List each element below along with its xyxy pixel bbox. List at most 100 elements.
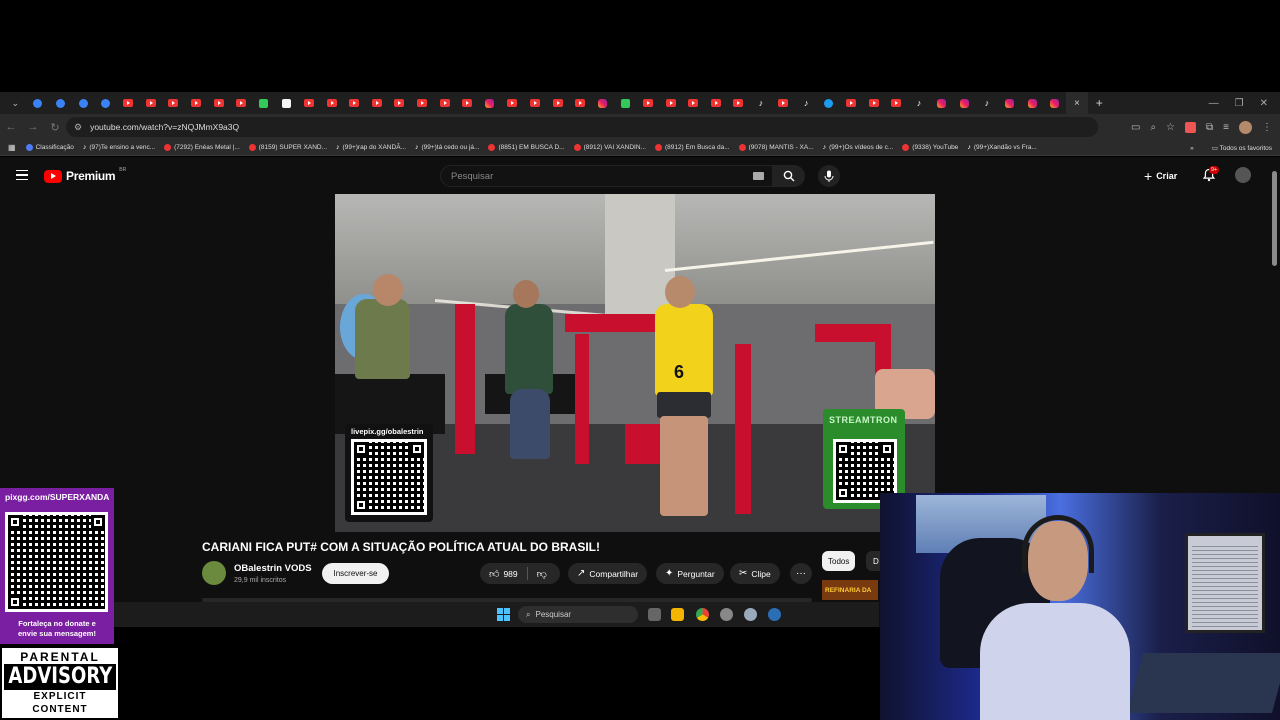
bookmark-item[interactable]: ♪ (97)Te ensino a venc... <box>83 144 155 151</box>
cast-icon[interactable]: ▭ <box>1131 122 1140 133</box>
bookmark-item[interactable]: (7292) Enéas Metal |... <box>164 144 240 151</box>
browser-tab[interactable] <box>388 92 411 114</box>
browser-tab[interactable] <box>591 92 614 114</box>
browser-tab[interactable] <box>230 92 253 114</box>
bookmark-item[interactable]: (9338) YouTube <box>902 144 958 151</box>
browser-tab[interactable] <box>117 92 140 114</box>
channel-avatar[interactable] <box>202 561 226 585</box>
bookmark-item[interactable]: (8912) Em Busca da... <box>654 144 730 151</box>
like-count[interactable]: 989 <box>503 569 517 579</box>
new-tab-icon[interactable]: + <box>1088 92 1111 114</box>
browser-tab[interactable] <box>704 92 727 114</box>
settings-icon[interactable] <box>744 608 757 621</box>
browser-tab[interactable] <box>275 92 298 114</box>
chrome-icon[interactable] <box>696 608 709 621</box>
browser-tab[interactable] <box>953 92 976 114</box>
browser-tab[interactable] <box>998 92 1021 114</box>
scrollbar-thumb[interactable] <box>1272 171 1277 266</box>
youtube-premium-logo[interactable]: Premium BR <box>44 167 126 183</box>
bookmark-item[interactable]: ♪ (99+)tá cedo ou já... <box>415 144 480 151</box>
extensions-puzzle-icon[interactable]: ⧉ <box>1206 122 1213 133</box>
more-actions-button[interactable]: ··· <box>790 563 812 584</box>
bookmark-item[interactable]: (9078) MANTIS - XA... <box>738 144 814 151</box>
active-tab-close-icon[interactable]: × <box>1065 92 1088 114</box>
bookmark-item[interactable]: Classificação <box>25 144 74 151</box>
site-settings-icon[interactable]: ⚙ <box>74 122 82 133</box>
browser-tab[interactable] <box>433 92 456 114</box>
bookmark-item[interactable]: (8159) SUPER XAND... <box>248 144 327 151</box>
browser-tab[interactable] <box>772 92 795 114</box>
bookmark-item[interactable]: ♪ (99+)rap do XANDÃ... <box>336 144 406 151</box>
browser-tab[interactable] <box>320 92 343 114</box>
reading-list-icon[interactable]: ≡ <box>1223 122 1229 133</box>
bookmark-item[interactable]: ♪ (99+)Os vídeos de c... <box>823 144 894 151</box>
search-button[interactable] <box>773 165 805 187</box>
share-button[interactable]: ↗ Compartilhar <box>568 563 648 584</box>
apps-grid-icon[interactable]: ▦ <box>8 143 16 152</box>
thumbs-up-icon[interactable]: 👍︎ <box>489 568 499 580</box>
user-avatar[interactable] <box>1235 167 1251 183</box>
browser-tab[interactable] <box>72 92 95 114</box>
browser-tab[interactable] <box>456 92 479 114</box>
url-field[interactable]: ⚙ youtube.com/watch?v=zNQJMmX9a3Q <box>66 117 1098 137</box>
browser-tab[interactable] <box>1021 92 1044 114</box>
minimize-icon[interactable]: — <box>1209 98 1219 109</box>
recommended-video-thumbnail[interactable]: REFINARIA DA <box>822 580 878 600</box>
browser-menu-icon[interactable]: ⋮ <box>1262 122 1272 133</box>
voice-search-button[interactable] <box>818 165 840 187</box>
file-explorer-icon[interactable] <box>671 608 684 621</box>
windows-start-icon[interactable] <box>497 608 510 621</box>
browser-tab[interactable] <box>478 92 501 114</box>
browser-tab[interactable] <box>1043 92 1066 114</box>
app-icon[interactable] <box>720 608 733 621</box>
browser-tab[interactable] <box>501 92 524 114</box>
browser-tab[interactable]: ♪ <box>976 92 999 114</box>
browser-tab[interactable] <box>207 92 230 114</box>
clip-button[interactable]: ✂ Clipe <box>730 563 780 584</box>
browser-tab[interactable] <box>614 92 637 114</box>
bookmark-star-icon[interactable]: ☆ <box>1166 122 1175 133</box>
browser-tab[interactable] <box>930 92 953 114</box>
channel-name[interactable]: OBalestrin VODS <box>234 563 312 574</box>
browser-tab[interactable] <box>162 92 185 114</box>
search-input[interactable]: Pesquisar <box>440 165 773 187</box>
browser-tab[interactable] <box>885 92 908 114</box>
profile-avatar[interactable] <box>1239 120 1252 134</box>
browser-tab[interactable] <box>366 92 389 114</box>
all-favorites-button[interactable]: ▭ Todos os favoritos <box>1212 144 1272 152</box>
zoom-icon[interactable]: ⌕ <box>1150 122 1156 133</box>
browser-tab[interactable]: ♪ <box>908 92 931 114</box>
browser-tab[interactable] <box>659 92 682 114</box>
browser-tab[interactable] <box>637 92 660 114</box>
browser-tab[interactable] <box>682 92 705 114</box>
browser-tab[interactable] <box>546 92 569 114</box>
browser-tab[interactable] <box>569 92 592 114</box>
browser-tab[interactable] <box>343 92 366 114</box>
browser-tab[interactable] <box>727 92 750 114</box>
bookmark-item[interactable]: ♪ (99+)Xandão vs Fra... <box>967 144 1037 151</box>
subscribe-button[interactable]: Inscrever-se <box>322 563 389 584</box>
create-button[interactable]: + Criar <box>1144 168 1177 184</box>
maximize-icon[interactable]: ❐ <box>1235 98 1244 109</box>
task-view-icon[interactable] <box>648 608 661 621</box>
keyboard-icon[interactable] <box>753 172 764 180</box>
chip-all[interactable]: Todos <box>822 551 856 571</box>
browser-tab[interactable] <box>49 92 72 114</box>
browser-tab[interactable]: ♪ <box>750 92 773 114</box>
thumbs-down-icon[interactable]: 👎︎ <box>537 568 547 580</box>
bookmark-item[interactable]: (8912) VAI XANDIN... <box>573 144 646 151</box>
browser-tab[interactable] <box>411 92 434 114</box>
browser-tab[interactable] <box>253 92 276 114</box>
ask-button[interactable]: ✦ Perguntar <box>656 563 724 584</box>
browser-tab[interactable] <box>817 92 840 114</box>
back-icon[interactable]: ← <box>0 121 22 133</box>
browser-tab[interactable]: ♪ <box>795 92 818 114</box>
taskbar-search[interactable]: ⌕ Pesquisar <box>518 606 638 623</box>
browser-tab[interactable] <box>298 92 321 114</box>
browser-tab[interactable] <box>185 92 208 114</box>
tab-search-icon[interactable]: ⌄ <box>4 92 27 114</box>
close-window-icon[interactable]: ✕ <box>1260 98 1268 109</box>
browser-tab[interactable] <box>140 92 163 114</box>
steam-icon[interactable] <box>768 608 781 621</box>
browser-tab[interactable] <box>94 92 117 114</box>
